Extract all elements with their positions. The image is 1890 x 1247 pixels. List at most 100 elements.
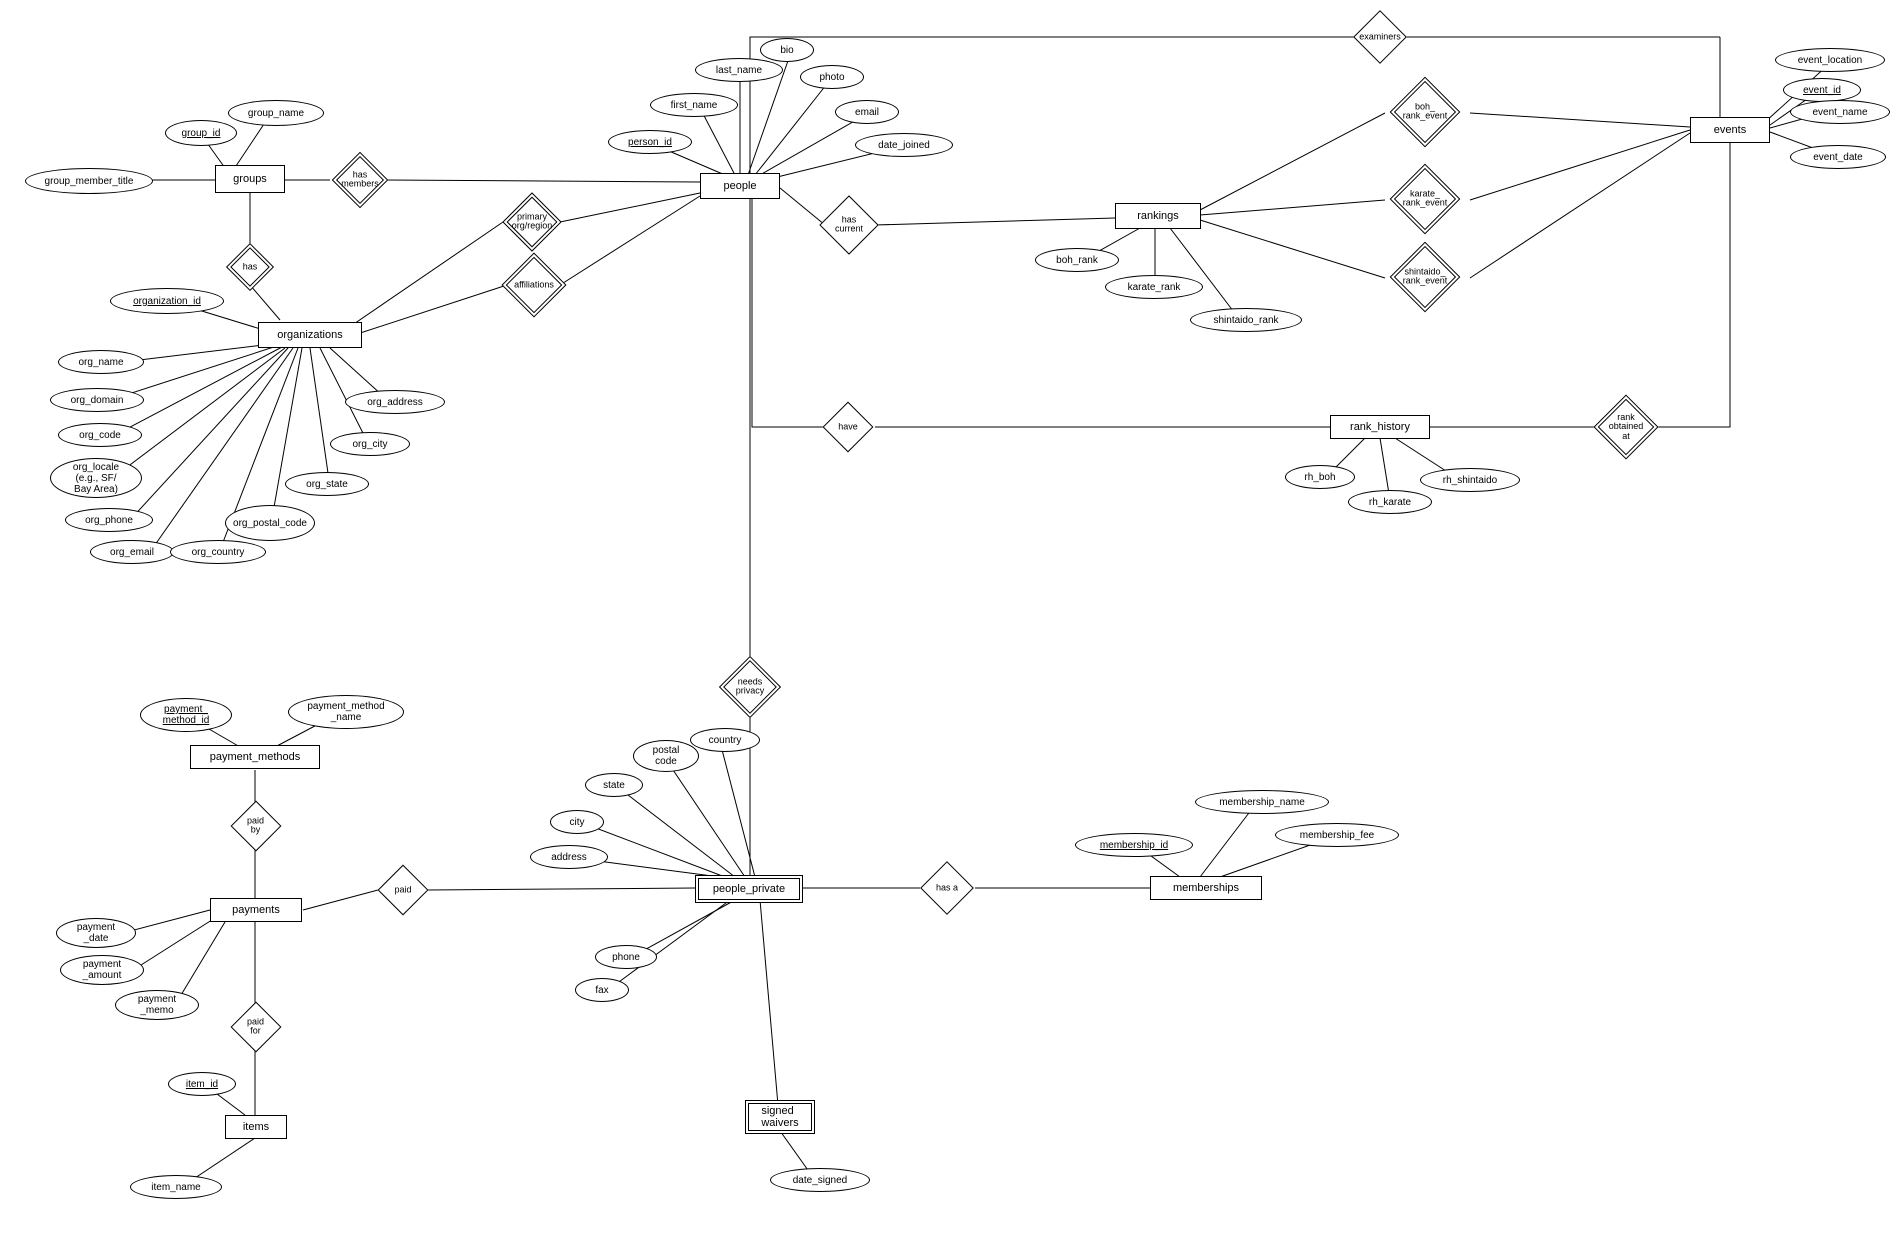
label: event_name bbox=[1812, 107, 1867, 118]
label: rh_shintaido bbox=[1443, 475, 1497, 486]
label: event_location bbox=[1798, 55, 1863, 66]
attr-event-date: event_date bbox=[1790, 145, 1886, 169]
attr-last-name: last_name bbox=[695, 58, 783, 82]
label: city bbox=[570, 817, 585, 828]
attr-email: email bbox=[835, 100, 899, 124]
attr-person-id: person_id bbox=[608, 130, 692, 154]
entity-events: events bbox=[1690, 117, 1770, 143]
label: has bbox=[243, 262, 258, 271]
attr-date-joined: date_joined bbox=[855, 133, 953, 157]
label: signed waivers bbox=[761, 1105, 798, 1129]
label: shintaido_rank bbox=[1213, 315, 1278, 326]
attr-org-email: org_email bbox=[90, 540, 174, 564]
attr-state: state bbox=[585, 773, 643, 797]
er-diagram: groups organizations people rankings eve… bbox=[0, 0, 1890, 1247]
entity-organizations: organizations bbox=[258, 322, 362, 348]
attr-city: city bbox=[550, 810, 604, 834]
entity-people: people bbox=[700, 173, 780, 199]
label: bio bbox=[780, 45, 793, 56]
attr-boh-rank: boh_rank bbox=[1035, 248, 1119, 272]
label: needs privacy bbox=[736, 678, 765, 697]
rel-affiliations: affiliations bbox=[498, 260, 570, 310]
label: payment _date bbox=[77, 922, 115, 944]
attr-bio: bio bbox=[760, 38, 814, 62]
label: first_name bbox=[671, 100, 718, 111]
label: memberships bbox=[1173, 882, 1239, 894]
attr-group-member-title: group_member_title bbox=[25, 168, 153, 194]
label: org_code bbox=[79, 430, 121, 441]
label: event_id bbox=[1803, 85, 1841, 96]
attr-org-domain: org_domain bbox=[50, 388, 144, 412]
label: has current bbox=[835, 216, 863, 235]
label: karate_ rank_event bbox=[1403, 190, 1448, 209]
label: item_id bbox=[186, 1079, 218, 1090]
label: rh_karate bbox=[1369, 497, 1411, 508]
attr-rh-shintaido: rh_shintaido bbox=[1420, 468, 1520, 492]
rel-have: have bbox=[820, 405, 876, 449]
rel-paid-by: paid by bbox=[228, 804, 283, 848]
label: affiliations bbox=[514, 280, 554, 289]
entity-signed-waivers: signed waivers bbox=[745, 1100, 815, 1134]
label: primary org/region bbox=[512, 213, 553, 232]
label: postal code bbox=[653, 745, 680, 767]
label: event_date bbox=[1813, 152, 1863, 163]
rel-shintaido-rank-event: shintaido_ rank_event bbox=[1380, 248, 1470, 306]
label: org_locale (e.g., SF/ Bay Area) bbox=[73, 462, 119, 495]
label: date_signed bbox=[793, 1175, 848, 1186]
label: has a bbox=[936, 883, 958, 892]
rel-karate-rank-event: karate_ rank_event bbox=[1380, 170, 1470, 228]
entity-rankings: rankings bbox=[1115, 203, 1201, 229]
label: paid by bbox=[242, 817, 270, 836]
label: examiners bbox=[1359, 32, 1401, 41]
label: org_email bbox=[110, 547, 154, 558]
label: organizations bbox=[277, 329, 342, 341]
label: phone bbox=[612, 952, 640, 963]
label: groups bbox=[233, 173, 267, 185]
entity-payment-methods: payment_methods bbox=[190, 745, 320, 769]
attr-group-id: group_id bbox=[165, 120, 237, 146]
label: karate_rank bbox=[1128, 282, 1181, 293]
attr-payment-amount: payment _amount bbox=[60, 955, 144, 985]
entity-rank-history: rank_history bbox=[1330, 415, 1430, 439]
attr-org-city: org_city bbox=[330, 432, 410, 456]
entity-items: items bbox=[225, 1115, 287, 1139]
label: paid bbox=[394, 885, 411, 894]
attr-rh-karate: rh_karate bbox=[1348, 490, 1432, 514]
attr-org-name: org_name bbox=[58, 350, 144, 374]
label: payment _amount bbox=[83, 959, 122, 981]
attr-org-phone: org_phone bbox=[65, 508, 153, 532]
rel-has-a: has a bbox=[918, 866, 976, 910]
label: org_state bbox=[306, 479, 348, 490]
label: membership_name bbox=[1219, 797, 1305, 808]
label: item_name bbox=[151, 1182, 200, 1193]
label: membership_id bbox=[1100, 840, 1168, 851]
attr-address: address bbox=[530, 845, 608, 869]
label: boh_rank bbox=[1056, 255, 1098, 266]
attr-event-id: event_id bbox=[1783, 78, 1861, 102]
entity-people-private: people_private bbox=[695, 875, 803, 903]
label: org_country bbox=[192, 547, 245, 558]
label: people bbox=[723, 180, 756, 192]
label: shintaido_ rank_event bbox=[1403, 268, 1448, 287]
label: state bbox=[603, 780, 625, 791]
entity-payments: payments bbox=[210, 898, 302, 922]
label: org_city bbox=[352, 439, 387, 450]
rel-primary-org-region: primary org/region bbox=[500, 197, 564, 247]
label: address bbox=[551, 852, 587, 863]
label: group_id bbox=[182, 128, 221, 139]
attr-org-locale: org_locale (e.g., SF/ Bay Area) bbox=[50, 458, 142, 498]
label: last_name bbox=[716, 65, 762, 76]
rel-boh-rank-event: boh_ rank_event bbox=[1380, 83, 1470, 141]
attr-country: country bbox=[690, 728, 760, 752]
rel-paid-for: paid for bbox=[228, 1005, 283, 1049]
attr-fax: fax bbox=[575, 978, 629, 1002]
label: have bbox=[838, 422, 858, 431]
label: payment _memo bbox=[138, 994, 176, 1016]
attr-event-location: event_location bbox=[1775, 48, 1885, 72]
attr-item-name: item_name bbox=[130, 1175, 222, 1199]
label: org_name bbox=[78, 357, 123, 368]
label: payment_ method_id bbox=[163, 704, 210, 726]
label: events bbox=[1714, 124, 1746, 136]
label: org_address bbox=[367, 397, 423, 408]
label: org_phone bbox=[85, 515, 133, 526]
